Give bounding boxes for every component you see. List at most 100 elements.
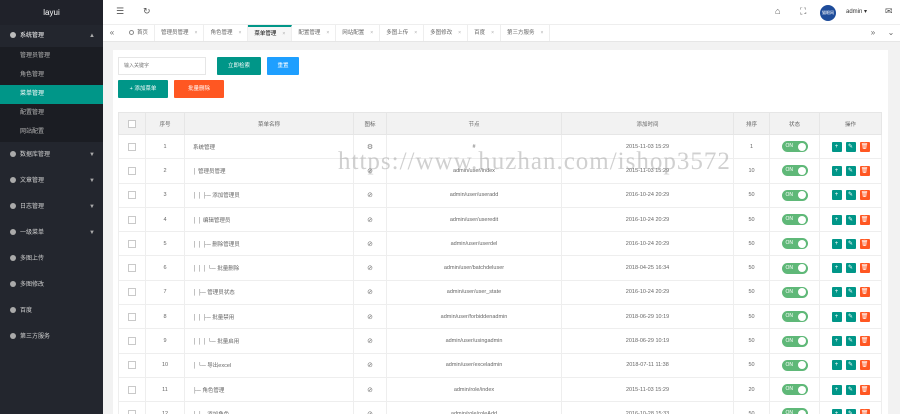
sidebar-item[interactable]: 文章管理 ▼ xyxy=(0,168,103,194)
fullscreen-icon[interactable]: ⛶ xyxy=(800,6,806,17)
tab-item[interactable]: 多图修改 × xyxy=(424,25,469,41)
edit-icon[interactable]: ✎ xyxy=(845,141,856,152)
edit-icon[interactable]: ✎ xyxy=(845,165,856,176)
status-toggle[interactable]: ON xyxy=(781,311,808,323)
close-icon[interactable]: × xyxy=(541,30,544,36)
tab-item[interactable]: 网站配置 × xyxy=(336,25,381,41)
delete-icon[interactable]: 🗑 xyxy=(859,238,870,249)
edit-icon[interactable]: ✎ xyxy=(845,263,856,274)
delete-icon[interactable]: 🗑 xyxy=(859,360,870,371)
edit-icon[interactable]: ✎ xyxy=(845,408,856,414)
edit-icon[interactable]: ✎ xyxy=(845,214,856,225)
row-checkbox[interactable] xyxy=(128,191,136,200)
delete-icon[interactable]: 🗑 xyxy=(859,287,870,298)
status-toggle[interactable]: ON xyxy=(781,359,808,371)
delete-icon[interactable]: 🗑 xyxy=(859,214,870,225)
delete-icon[interactable]: 🗑 xyxy=(859,408,870,414)
sidebar-subitem[interactable]: 管理员管理 xyxy=(0,47,103,66)
sidebar-item[interactable]: 多图修改 xyxy=(0,272,103,298)
close-icon[interactable]: × xyxy=(491,30,494,36)
status-toggle[interactable]: ON xyxy=(781,238,808,250)
add-submenu-icon[interactable]: + xyxy=(831,190,842,201)
sidebar-item[interactable]: 百度 xyxy=(0,298,103,324)
tab-item[interactable]: 角色管理 × xyxy=(204,25,249,41)
add-menu-button[interactable]: + 添加菜单 xyxy=(118,80,168,98)
sidebar-item[interactable]: 一级菜单 ▼ xyxy=(0,220,103,246)
tab-item[interactable]: 配置管理 × xyxy=(292,25,337,41)
tab-next-button[interactable]: » xyxy=(864,25,882,41)
status-toggle[interactable]: ON xyxy=(781,408,808,414)
user-menu[interactable]: admin ▾ xyxy=(846,8,867,15)
delete-icon[interactable]: 🗑 xyxy=(859,165,870,176)
add-submenu-icon[interactable]: + xyxy=(831,165,842,176)
status-toggle[interactable]: ON xyxy=(781,214,808,226)
close-icon[interactable]: × xyxy=(458,30,461,36)
tab-item[interactable]: 多图上传 × xyxy=(380,25,425,41)
edit-icon[interactable]: ✎ xyxy=(845,384,856,395)
edit-icon[interactable]: ✎ xyxy=(845,336,856,347)
row-checkbox[interactable] xyxy=(128,312,136,321)
sidebar-item[interactable]: 日志管理 ▼ xyxy=(0,194,103,220)
row-checkbox[interactable] xyxy=(128,166,136,175)
batch-delete-button[interactable]: 批量删除 xyxy=(174,80,224,98)
add-submenu-icon[interactable]: + xyxy=(831,141,842,152)
add-submenu-icon[interactable]: + xyxy=(831,336,842,347)
row-checkbox[interactable] xyxy=(128,337,136,346)
edit-icon[interactable]: ✎ xyxy=(845,360,856,371)
row-checkbox[interactable] xyxy=(128,215,136,224)
delete-icon[interactable]: 🗑 xyxy=(859,263,870,274)
row-checkbox[interactable] xyxy=(128,385,136,394)
reset-button[interactable]: 重置 xyxy=(267,57,299,75)
status-toggle[interactable]: ON xyxy=(781,384,808,396)
delete-icon[interactable]: 🗑 xyxy=(859,311,870,322)
edit-icon[interactable]: ✎ xyxy=(845,287,856,298)
row-checkbox[interactable] xyxy=(128,239,136,248)
tab-prev-button[interactable]: « xyxy=(103,25,121,41)
edit-icon[interactable]: ✎ xyxy=(845,238,856,249)
row-checkbox[interactable] xyxy=(128,142,136,151)
add-submenu-icon[interactable]: + xyxy=(831,311,842,322)
tab-item[interactable]: 百度 × xyxy=(468,25,502,41)
add-submenu-icon[interactable]: + xyxy=(831,287,842,298)
tab-item[interactable]: 首页 xyxy=(123,25,156,41)
delete-icon[interactable]: 🗑 xyxy=(859,336,870,347)
status-toggle[interactable]: ON xyxy=(781,262,808,274)
close-icon[interactable]: × xyxy=(414,30,417,36)
close-icon[interactable]: × xyxy=(326,30,329,36)
add-submenu-icon[interactable]: + xyxy=(831,263,842,274)
sidebar-subitem[interactable]: 菜单管理 xyxy=(0,85,103,104)
tab-item[interactable]: 菜单管理 × xyxy=(248,25,293,41)
tab-item[interactable]: 第三方服务 × xyxy=(501,25,551,41)
sidebar-item[interactable]: 第三方服务 xyxy=(0,324,103,350)
close-icon[interactable]: × xyxy=(195,30,198,36)
menu-toggle-icon[interactable]: ☰ xyxy=(116,6,124,17)
tab-more-button[interactable]: ⌄ xyxy=(882,25,900,41)
sidebar-item[interactable]: 多图上传 xyxy=(0,246,103,272)
sidebar-subitem[interactable]: 网站配置 xyxy=(0,123,103,142)
status-toggle[interactable]: ON xyxy=(781,286,808,298)
row-checkbox[interactable] xyxy=(128,288,136,297)
sidebar-item[interactable]: 数据库管理 ▼ xyxy=(0,142,103,168)
delete-icon[interactable]: 🗑 xyxy=(859,190,870,201)
close-icon[interactable]: × xyxy=(282,31,285,37)
add-submenu-icon[interactable]: + xyxy=(831,408,842,414)
row-checkbox[interactable] xyxy=(128,361,136,370)
avatar[interactable]: 猫眼网 xyxy=(820,5,836,21)
status-toggle[interactable]: ON xyxy=(781,141,808,153)
select-all-checkbox[interactable] xyxy=(128,119,136,128)
sidebar-subitem[interactable]: 角色管理 xyxy=(0,66,103,85)
sidebar-subitem[interactable]: 配置管理 xyxy=(0,104,103,123)
row-checkbox[interactable] xyxy=(128,409,136,414)
delete-icon[interactable]: 🗑 xyxy=(859,384,870,395)
theme-icon[interactable]: ⌂ xyxy=(775,6,780,16)
tab-item[interactable]: 管理员管理 × xyxy=(155,25,205,41)
close-icon[interactable]: × xyxy=(370,30,373,36)
add-submenu-icon[interactable]: + xyxy=(831,360,842,371)
close-icon[interactable]: × xyxy=(238,30,241,36)
sidebar-group-system[interactable]: 系统管理 ▲ xyxy=(0,25,103,47)
status-toggle[interactable]: ON xyxy=(781,189,808,201)
edit-icon[interactable]: ✎ xyxy=(845,190,856,201)
delete-icon[interactable]: 🗑 xyxy=(859,141,870,152)
add-submenu-icon[interactable]: + xyxy=(831,214,842,225)
search-button[interactable]: 立即检索 xyxy=(217,57,261,75)
